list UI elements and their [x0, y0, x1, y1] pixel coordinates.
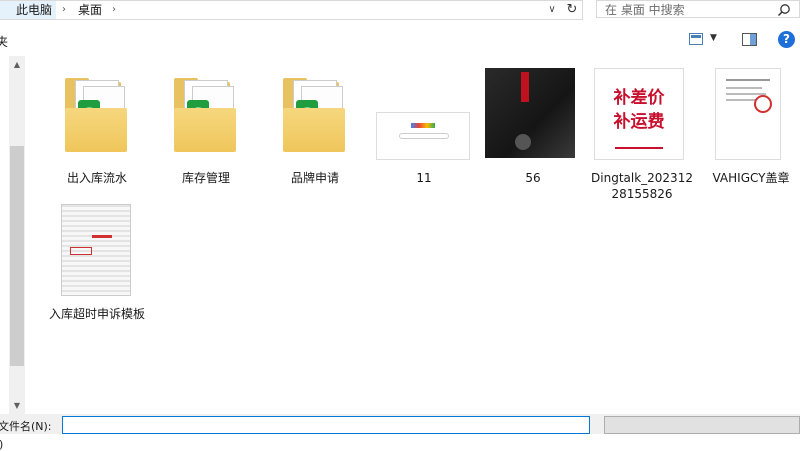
image-thumbnail	[699, 66, 800, 162]
filename-input[interactable]	[62, 416, 590, 434]
folder-item[interactable]: S 出入库流水	[45, 66, 149, 196]
search-input[interactable]: 在 桌面 中搜索	[596, 0, 800, 18]
item-label: 11	[416, 171, 432, 185]
address-bar[interactable]: 此电脑 › 桌面 › ∨	[0, 0, 563, 20]
folder-icon: S	[45, 66, 149, 162]
breadcrumb-desktop[interactable]: 桌面	[78, 1, 102, 19]
search-icon[interactable]	[777, 3, 791, 17]
image-thumbnail	[372, 66, 476, 162]
file-list[interactable]: S 出入库流水 S 库存管理 S 品牌申请	[27, 56, 800, 414]
scrollbar-thumb[interactable]	[10, 146, 24, 366]
image-thumbnail: 补差价 补运费	[590, 66, 694, 162]
image-file-item[interactable]: 11	[372, 66, 476, 196]
preview-pane-icon[interactable]	[742, 33, 757, 46]
item-label: Dingtalk_20231228155826	[591, 171, 693, 201]
folder-item[interactable]: S 库存管理	[154, 66, 258, 196]
new-folder-button[interactable]: 夹	[0, 33, 8, 50]
item-label: 出入库流水	[66, 171, 127, 185]
image-thumbnail	[45, 202, 149, 298]
nav-item-fragment[interactable]: )	[0, 438, 3, 451]
help-icon[interactable]: ?	[778, 31, 795, 48]
address-bar-row: 此电脑 › 桌面 › ∨ ↻ 在 桌面 中搜索	[0, 0, 800, 20]
image-thumbnail	[481, 66, 585, 162]
breadcrumb-this-pc[interactable]: 此电脑	[0, 1, 56, 19]
view-options-chevron-down-icon[interactable]: ▼	[710, 33, 717, 43]
filetype-select[interactable]	[604, 416, 800, 434]
scroll-down-icon[interactable]: ▼	[9, 401, 25, 410]
item-label: 品牌申请	[290, 171, 339, 185]
refresh-button[interactable]: ↻	[562, 0, 583, 20]
image-file-item[interactable]: VAHIGCY盖章	[699, 66, 800, 196]
thumbnail-text: 补差价	[613, 88, 665, 108]
filename-label: 文件名(N):	[0, 420, 52, 433]
thumbnail-text: 补运费	[613, 112, 665, 132]
folder-item[interactable]: S 品牌申请	[263, 66, 367, 196]
save-bar: 文件名(N):	[0, 414, 800, 434]
image-file-item[interactable]: 补差价 补运费 Dingtalk_20231228155826	[590, 66, 694, 206]
address-history-chevron-down-icon[interactable]: ∨	[543, 1, 561, 19]
breadcrumb-separator-icon[interactable]: ›	[112, 1, 116, 19]
navigation-scrollbar[interactable]: ▲ ▼	[9, 56, 25, 414]
seal-stamp-icon	[754, 95, 772, 113]
item-label: 入库超时申诉模板	[48, 307, 145, 321]
folder-icon: S	[263, 66, 367, 162]
breadcrumb-separator-icon[interactable]: ›	[62, 1, 66, 19]
item-label: 56	[525, 171, 541, 185]
image-file-item[interactable]: 入库超时申诉模板	[45, 202, 149, 336]
change-view-icon[interactable]	[689, 33, 703, 45]
item-label: 库存管理	[181, 171, 230, 185]
image-file-item[interactable]: 56	[481, 66, 585, 196]
search-placeholder: 在 桌面 中搜索	[605, 3, 685, 17]
scroll-up-icon[interactable]: ▲	[9, 60, 25, 69]
toolbar: 夹 ▼ ?	[0, 24, 800, 56]
item-label: VAHIGCY盖章	[712, 171, 790, 185]
folder-icon: S	[154, 66, 258, 162]
